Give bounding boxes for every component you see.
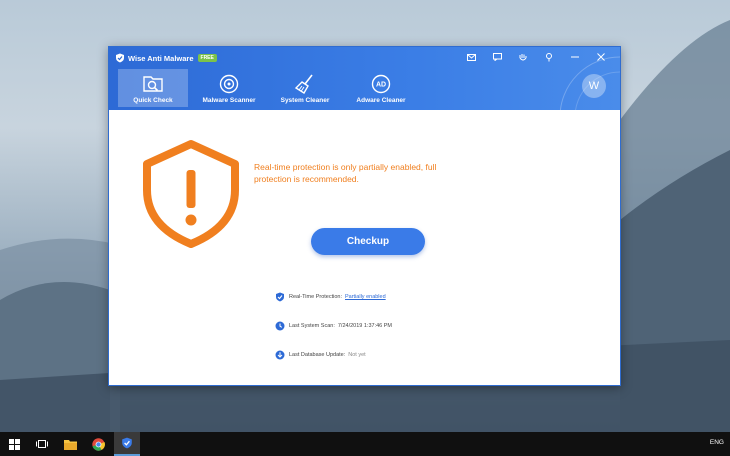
- task-view-icon[interactable]: [30, 432, 54, 456]
- db-label: Last Database Update:: [289, 352, 346, 358]
- quick-check-icon: [143, 76, 163, 92]
- minimize-icon[interactable]: [562, 50, 588, 64]
- main-nav: Quick Check Malware Scanner System Clean…: [118, 69, 422, 107]
- wise-anti-malware-icon[interactable]: [114, 432, 140, 456]
- checkup-button[interactable]: Checkup: [311, 228, 425, 255]
- file-explorer-icon[interactable]: [58, 432, 82, 456]
- status-list: Real-Time Protection: Partially enabled …: [275, 291, 392, 378]
- status-row-scan: Last System Scan: 7/24/2019 1:37:46 PM: [275, 320, 392, 332]
- tab-quick-check[interactable]: Quick Check: [118, 69, 188, 107]
- close-icon[interactable]: [588, 50, 614, 64]
- language-indicator[interactable]: ENG: [710, 439, 724, 446]
- shield-check-icon: [276, 292, 284, 302]
- mail-icon[interactable]: [458, 50, 484, 64]
- app-window: Wise Anti Malware FREE Quick Check Malwa…: [108, 46, 621, 386]
- window-controls: [458, 50, 614, 64]
- pin-icon[interactable]: [536, 50, 562, 64]
- title-bar: Wise Anti Malware FREE Quick Check Malwa…: [109, 47, 620, 110]
- app-title: Wise Anti Malware FREE: [115, 51, 217, 65]
- broom-icon: [294, 74, 313, 94]
- chrome-icon[interactable]: [86, 432, 110, 456]
- warning-shield-icon: [143, 140, 239, 248]
- scanner-icon: [219, 74, 239, 94]
- main-content: Real-time protection is only partially e…: [109, 110, 620, 385]
- svg-text:AD: AD: [376, 82, 386, 89]
- user-avatar[interactable]: W: [582, 74, 606, 98]
- warning-message: Real-time protection is only partially e…: [254, 161, 494, 185]
- app-title-text: Wise Anti Malware: [128, 53, 194, 63]
- realtime-value-link[interactable]: Partially enabled: [345, 294, 386, 300]
- tab-system-cleaner[interactable]: System Cleaner: [270, 69, 340, 107]
- status-row-realtime: Real-Time Protection: Partially enabled: [275, 291, 392, 303]
- scan-label: Last System Scan:: [289, 323, 335, 329]
- free-badge: FREE: [197, 54, 217, 62]
- warning-line-1: Real-time protection is only partially e…: [254, 162, 437, 172]
- ad-icon: AD: [371, 74, 391, 94]
- realtime-label: Real-Time Protection:: [289, 294, 342, 300]
- db-value: Not yet: [348, 352, 366, 358]
- scan-value: 7/24/2019 1:37:46 PM: [337, 323, 392, 329]
- feedback-icon[interactable]: [484, 50, 510, 64]
- download-icon: [275, 350, 285, 360]
- app-logo-icon: [116, 53, 124, 63]
- tab-adware-cleaner[interactable]: AD Adware Cleaner: [346, 69, 416, 107]
- taskbar: ENG: [0, 432, 730, 456]
- clock-icon: [275, 321, 285, 331]
- tab-malware-scanner[interactable]: Malware Scanner: [194, 69, 264, 107]
- tab-label: Malware Scanner: [202, 97, 256, 104]
- tab-label: Adware Cleaner: [356, 97, 406, 104]
- skin-icon[interactable]: [510, 50, 536, 64]
- tab-label: Quick Check: [133, 97, 173, 104]
- status-row-database: Last Database Update: Not yet: [275, 349, 392, 361]
- windows-start-icon[interactable]: [2, 432, 26, 456]
- tab-label: System Cleaner: [280, 97, 330, 104]
- warning-line-2: protection is recommended.: [254, 174, 359, 184]
